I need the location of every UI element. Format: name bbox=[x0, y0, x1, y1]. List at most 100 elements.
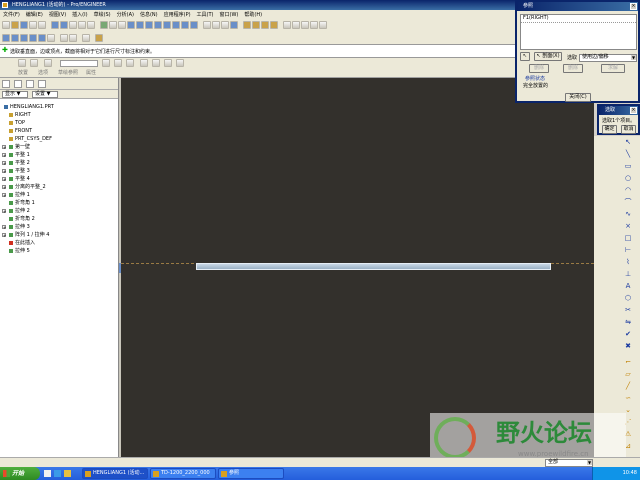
depth-option-icon[interactable] bbox=[44, 59, 52, 67]
datum-axes-icon[interactable] bbox=[252, 21, 260, 29]
refit-icon[interactable] bbox=[172, 21, 180, 29]
analysis-tool-icon[interactable] bbox=[60, 33, 68, 42]
palette-tool-icon[interactable]: ⬡ bbox=[623, 294, 633, 302]
shading-icon[interactable] bbox=[230, 21, 238, 29]
menu-applications[interactable]: 应用程序(P) bbox=[163, 11, 196, 18]
spline-tool-icon[interactable]: ∿ bbox=[623, 210, 633, 218]
model-tree-tab-icon[interactable] bbox=[2, 80, 10, 88]
toolbar-extra-icon-3[interactable] bbox=[301, 21, 309, 29]
tree-item[interactable]: 折弯角 1 bbox=[0, 199, 120, 207]
tree-item[interactable]: 折弯角 2 bbox=[0, 215, 120, 223]
sheetmetal-wall-icon[interactable]: ⌐ bbox=[623, 358, 633, 366]
menu-info[interactable]: 信息(N) bbox=[139, 11, 163, 18]
sketch-tool-icon[interactable] bbox=[47, 33, 55, 42]
menu-view[interactable]: 视图(V) bbox=[48, 11, 71, 18]
select-arrow-icon[interactable]: ↖ bbox=[623, 138, 633, 146]
datum-point-tool-icon[interactable] bbox=[29, 33, 37, 42]
menu-sketch[interactable]: 草绘(S) bbox=[93, 11, 116, 18]
wireframe-icon[interactable] bbox=[203, 21, 211, 29]
tree-item[interactable]: 在此插入 bbox=[0, 239, 120, 247]
thicken-icon[interactable] bbox=[126, 59, 134, 67]
rectangle-tool-icon[interactable]: ▭ bbox=[623, 162, 633, 170]
print-icon[interactable] bbox=[29, 21, 37, 29]
context-help-icon[interactable] bbox=[95, 33, 103, 42]
expand-toggle-icon[interactable]: + bbox=[2, 169, 6, 174]
tree-item[interactable]: + 平整 2 bbox=[0, 159, 120, 167]
pause-icon[interactable] bbox=[69, 33, 77, 42]
expand-toggle-icon[interactable]: + bbox=[2, 209, 6, 214]
undo-icon[interactable] bbox=[51, 21, 59, 29]
dashboard-tab-options[interactable]: 选项 bbox=[38, 69, 48, 76]
open-file-icon[interactable] bbox=[11, 21, 19, 29]
tree-item[interactable]: + 拉伸 3 bbox=[0, 223, 120, 231]
use-edge-tool-icon[interactable]: □ bbox=[623, 234, 633, 242]
flip-icon[interactable] bbox=[102, 59, 110, 67]
arc-tool-icon[interactable]: ◠ bbox=[623, 186, 633, 194]
trim-tool-icon[interactable]: ✂ bbox=[623, 306, 633, 314]
settings-dropdown[interactable]: 设置 ▼ bbox=[32, 91, 58, 98]
datum-axis-tool-icon[interactable] bbox=[20, 33, 28, 42]
expand-toggle-icon[interactable]: + bbox=[2, 153, 6, 158]
toolbar-extra-icon-5[interactable] bbox=[319, 21, 327, 29]
reorient-icon[interactable] bbox=[181, 21, 189, 29]
select-pointer-button[interactable]: ↖ bbox=[520, 52, 530, 61]
dashboard-tab-properties[interactable]: 属性 bbox=[86, 69, 96, 76]
menu-window[interactable]: 窗口(W) bbox=[219, 11, 244, 18]
taskbar-item-references[interactable]: 参照 bbox=[218, 468, 284, 479]
repaint-icon[interactable] bbox=[127, 21, 135, 29]
cut-icon[interactable] bbox=[69, 21, 77, 29]
mirror-tool-icon[interactable]: ⇋ bbox=[623, 318, 633, 326]
email-icon[interactable] bbox=[38, 21, 46, 29]
datum-plane-tool-icon[interactable] bbox=[11, 33, 19, 42]
delete-button-2[interactable]: 删除 bbox=[563, 64, 583, 73]
toolbar-extra-icon-1[interactable] bbox=[283, 21, 291, 29]
csys-tool-icon[interactable] bbox=[38, 33, 46, 42]
zoom-out-icon[interactable] bbox=[163, 21, 171, 29]
orient-mode-icon[interactable] bbox=[145, 21, 153, 29]
tree-item[interactable]: + 平整 4 bbox=[0, 175, 120, 183]
constraints-tool-icon[interactable]: ⊥ bbox=[623, 270, 633, 278]
favorites-tab-icon[interactable] bbox=[26, 80, 34, 88]
spin-center-icon[interactable] bbox=[136, 21, 144, 29]
quicklaunch-media-icon[interactable] bbox=[64, 470, 71, 477]
dashboard-tab-placement[interactable]: 放置 bbox=[18, 69, 28, 76]
solve-button[interactable]: 求解 bbox=[601, 64, 625, 73]
expand-toggle-icon[interactable]: + bbox=[2, 177, 6, 182]
done-sketch-icon[interactable]: ✔ bbox=[623, 330, 633, 338]
text-tool-icon[interactable]: A bbox=[623, 282, 633, 290]
tree-item[interactable]: PRT_CSYS_DEF bbox=[0, 135, 120, 143]
reference-status-link[interactable]: 参照状态 bbox=[525, 75, 545, 82]
delete-button-1[interactable]: 删除 bbox=[529, 64, 549, 73]
pause-feature-icon[interactable] bbox=[140, 59, 148, 67]
tree-item[interactable]: + 平整 3 bbox=[0, 167, 120, 175]
start-button[interactable]: 开始 bbox=[0, 467, 40, 480]
sketch-plane-icon[interactable] bbox=[2, 33, 10, 42]
quicklaunch-ie-icon[interactable] bbox=[54, 470, 61, 477]
no-hidden-icon[interactable] bbox=[221, 21, 229, 29]
close-button[interactable]: 关闭(C) bbox=[565, 93, 591, 102]
tree-item[interactable]: + 拉伸 2 bbox=[0, 207, 120, 215]
expand-toggle-icon[interactable]: + bbox=[2, 145, 6, 150]
expand-toggle-icon[interactable]: + bbox=[2, 233, 6, 238]
cancel-button[interactable]: 取消 bbox=[621, 125, 636, 134]
line-tool-icon[interactable]: ╲ bbox=[623, 150, 633, 158]
expand-toggle-icon[interactable]: + bbox=[2, 225, 6, 230]
flange-wall-icon[interactable]: ╱ bbox=[623, 382, 633, 390]
solid-option-icon[interactable] bbox=[18, 59, 26, 67]
taskbar-item-drawing[interactable]: TD-1200_2200_000 bbox=[150, 468, 216, 479]
surface-option-icon[interactable] bbox=[30, 59, 38, 67]
save-icon[interactable] bbox=[20, 21, 28, 29]
tree-item[interactable]: 拉伸 5 bbox=[0, 247, 120, 255]
graphics-window[interactable] bbox=[121, 78, 594, 467]
references-list[interactable]: F1(RIGHT) bbox=[520, 14, 637, 50]
saved-views-icon[interactable] bbox=[190, 21, 198, 29]
tree-item[interactable]: TOP bbox=[0, 119, 120, 127]
dimension-tool-icon[interactable]: ⊢ bbox=[623, 246, 633, 254]
tree-item[interactable]: + 第一壁 bbox=[0, 143, 120, 151]
tree-item[interactable]: RIGHT bbox=[0, 111, 120, 119]
show-dropdown[interactable]: 显示 ▼ bbox=[2, 91, 28, 98]
reference-list-item[interactable]: F1(RIGHT) bbox=[521, 15, 636, 23]
remove-material-icon[interactable] bbox=[114, 59, 122, 67]
ok-button[interactable]: 确定 bbox=[602, 125, 617, 134]
menu-help[interactable]: 帮助(H) bbox=[243, 11, 267, 18]
